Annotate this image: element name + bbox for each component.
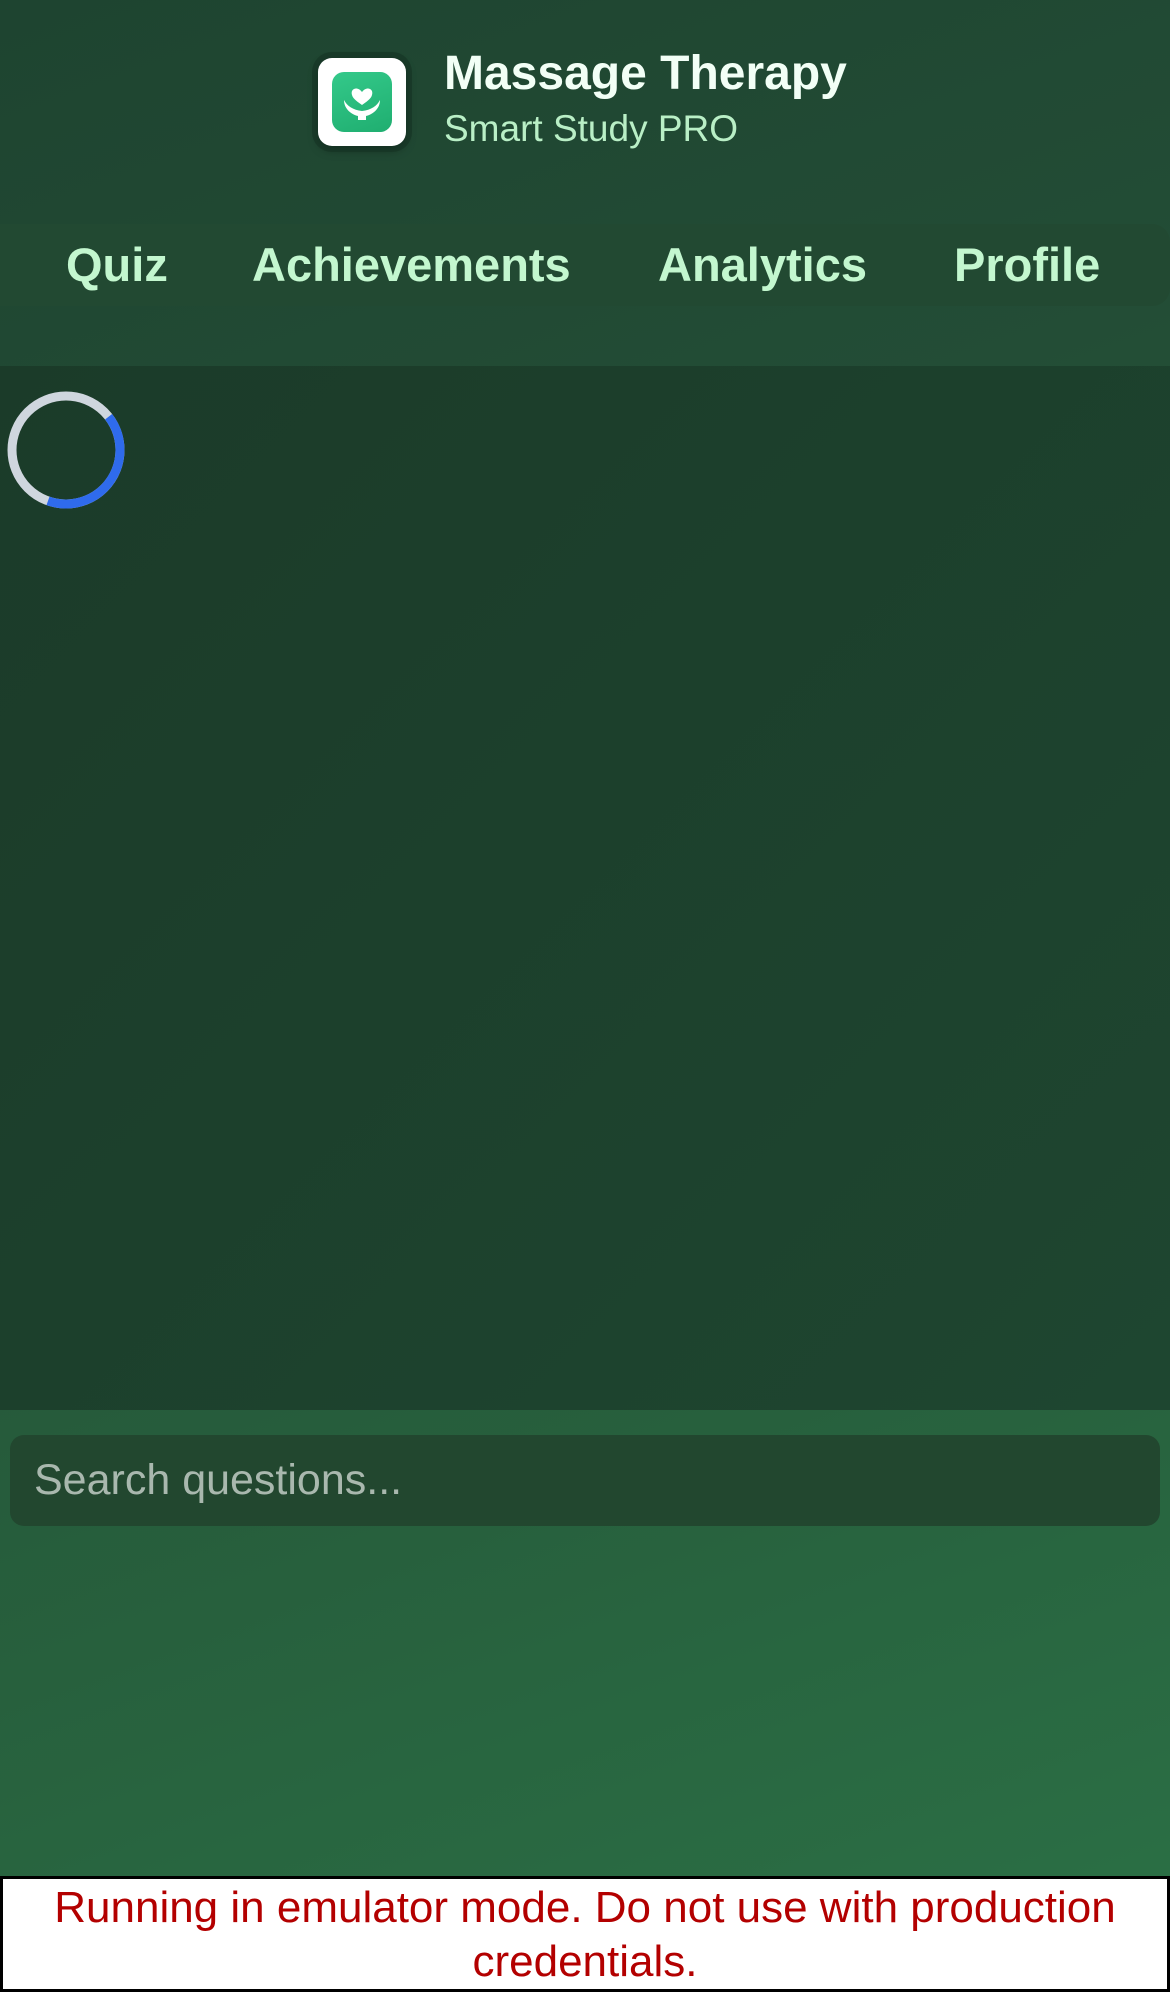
content-panel [0, 366, 1170, 1410]
emulator-warning-banner: Running in emulator mode. Do not use wit… [0, 1876, 1170, 1992]
heart-hands-icon [332, 72, 392, 132]
app-logo [318, 58, 406, 146]
app-title: Massage Therapy [444, 47, 847, 100]
tab-profile[interactable]: Profile [954, 224, 1100, 306]
tab-quiz[interactable]: Quiz [66, 224, 168, 306]
app-header: Massage Therapy Smart Study PRO [0, 0, 1170, 200]
main-nav-tabs: Quiz Achievements Analytics Profile [0, 224, 1170, 306]
tab-achievements[interactable]: Achievements [252, 224, 571, 306]
search-input[interactable] [10, 1435, 1160, 1526]
tab-analytics[interactable]: Analytics [658, 224, 867, 306]
loading-spinner-icon [7, 391, 125, 509]
app-subtitle: Smart Study PRO [444, 108, 739, 149]
